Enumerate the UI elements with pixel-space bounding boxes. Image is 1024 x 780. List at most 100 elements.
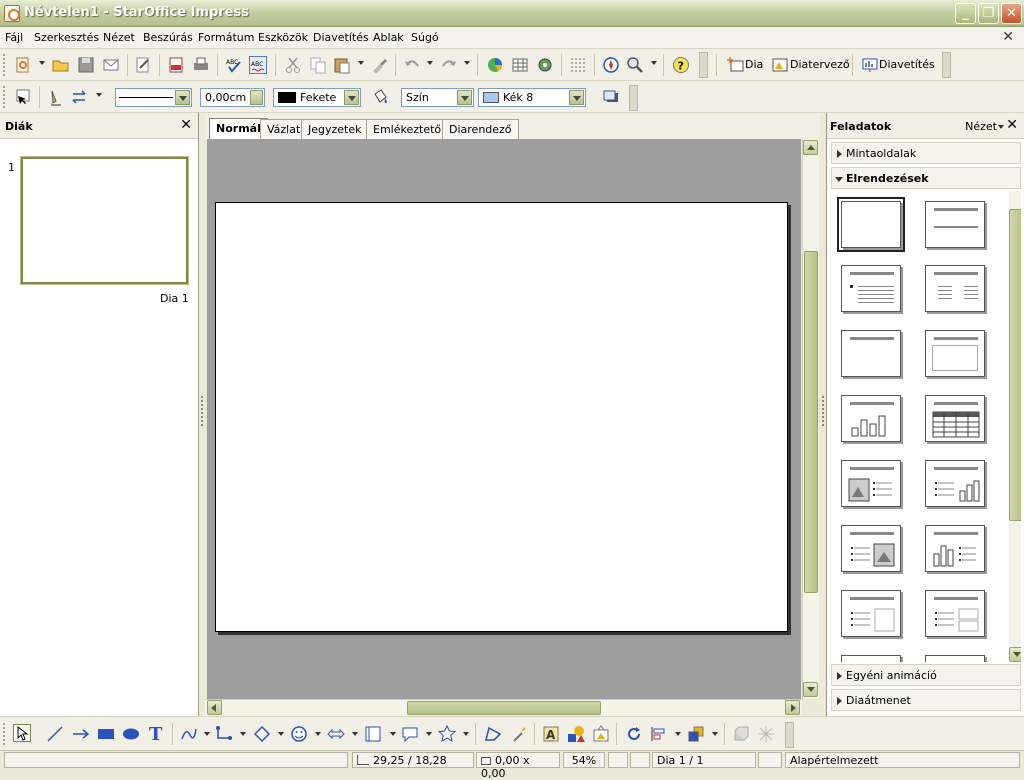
gallery-icon[interactable] — [592, 725, 610, 743]
symbol-shapes-icon[interactable] — [290, 725, 308, 743]
fontwork-icon[interactable]: A — [542, 725, 560, 743]
menu-insert[interactable]: Beszúrás — [143, 31, 193, 44]
scroll-right-icon[interactable] — [785, 700, 800, 715]
line-tool-icon[interactable] — [46, 725, 64, 743]
new-document-icon[interactable] — [14, 56, 32, 74]
menu-window[interactable]: Ablak — [373, 31, 404, 44]
layout-title-text-clipart[interactable] — [841, 525, 901, 572]
navigator-icon[interactable] — [536, 56, 554, 74]
close-document-icon[interactable]: ✕ — [1002, 29, 1014, 45]
scroll-down-icon[interactable] — [1009, 647, 1021, 662]
status-selection-mode[interactable] — [630, 752, 650, 768]
rectangle-icon[interactable] — [97, 725, 115, 743]
menu-view[interactable]: Nézet — [103, 31, 135, 44]
chevron-down-icon[interactable] — [344, 90, 359, 105]
menu-edit[interactable]: Szerkesztés — [34, 31, 99, 44]
flowchart-dropdown-icon[interactable] — [390, 732, 396, 736]
zoom-icon[interactable] — [626, 56, 644, 74]
menu-file[interactable]: Fájl — [5, 31, 23, 44]
grid-icon[interactable] — [569, 56, 587, 74]
layout-title-text-chart[interactable] — [925, 460, 985, 507]
slide-design-button[interactable]: Diatervező — [790, 58, 850, 71]
email-icon[interactable] — [102, 56, 120, 74]
undo-icon[interactable] — [403, 56, 421, 74]
alignment-icon[interactable] — [650, 725, 668, 743]
help-icon[interactable]: ? — [672, 56, 690, 74]
tab-slide-sorter[interactable]: Diarendező — [442, 119, 519, 139]
points-icon[interactable] — [484, 725, 502, 743]
autospellcheck-icon[interactable]: ABC — [249, 56, 267, 74]
scroll-left-icon[interactable] — [207, 700, 222, 715]
compass-icon[interactable] — [602, 56, 620, 74]
area-style-select[interactable]: Szín — [401, 88, 474, 107]
connector-dropdown-icon[interactable] — [240, 732, 246, 736]
basic-shapes-dropdown-icon[interactable] — [278, 732, 284, 736]
extrusion-icon[interactable] — [732, 725, 750, 743]
line-style-select[interactable] — [115, 88, 192, 107]
chevron-down-icon[interactable] — [175, 90, 190, 105]
menu-format[interactable]: Formátum — [198, 31, 254, 44]
chart-icon[interactable] — [486, 56, 504, 74]
chevron-down-icon[interactable] — [457, 90, 472, 105]
section-slide-transition[interactable]: Diaátmenet — [831, 689, 1021, 711]
connector-icon[interactable] — [215, 725, 233, 743]
alignment-dropdown-icon[interactable] — [675, 732, 681, 736]
chevron-down-icon[interactable] — [998, 125, 1004, 129]
format-paintbrush-icon[interactable] — [370, 56, 388, 74]
layout-title-table[interactable] — [925, 395, 985, 442]
menu-tools[interactable]: Eszközök — [258, 31, 308, 44]
redo-dropdown-icon[interactable] — [464, 61, 470, 65]
callouts-dropdown-icon[interactable] — [426, 732, 432, 736]
curve-dropdown-icon[interactable] — [204, 732, 210, 736]
rotate-icon[interactable] — [625, 725, 643, 743]
slide-page[interactable] — [215, 202, 788, 632]
section-master-pages[interactable]: Mintaoldalak — [831, 142, 1021, 164]
horizontal-scrollbar[interactable] — [205, 699, 802, 716]
edit-file-icon[interactable] — [134, 56, 152, 74]
flowchart-icon[interactable] — [364, 725, 382, 743]
callouts-icon[interactable] — [401, 725, 419, 743]
slideshow-icon[interactable] — [861, 56, 879, 74]
zoom-dropdown-icon[interactable] — [651, 61, 657, 65]
export-pdf-icon[interactable] — [167, 56, 185, 74]
open-folder-icon[interactable] — [52, 56, 70, 74]
toolbar-overflow-2[interactable] — [942, 52, 951, 78]
area-fill-icon[interactable] — [371, 88, 389, 106]
save-icon[interactable] — [77, 56, 95, 74]
shadow-icon[interactable] — [602, 88, 620, 106]
layout-partial-1[interactable] — [841, 655, 901, 662]
new-slide-button[interactable]: Dia — [745, 58, 763, 71]
curve-icon[interactable] — [180, 725, 198, 743]
scroll-up-icon[interactable] — [803, 140, 818, 155]
paste-dropdown-icon[interactable] — [358, 61, 364, 65]
toolbar-overflow[interactable] — [699, 52, 708, 78]
arrow-style-icon[interactable] — [71, 88, 89, 106]
effects-icon[interactable] — [757, 725, 775, 743]
copy-icon[interactable] — [309, 56, 327, 74]
table-icon[interactable] — [511, 56, 529, 74]
stars-icon[interactable] — [437, 724, 457, 743]
symbol-shapes-dropdown-icon[interactable] — [315, 732, 321, 736]
close-panel-icon[interactable]: ✕ — [180, 117, 192, 133]
layout-title-content[interactable] — [841, 265, 901, 312]
menu-slideshow[interactable]: Diavetítés — [313, 31, 369, 44]
section-layouts[interactable]: Elrendezések — [831, 167, 1021, 189]
layout-blank[interactable] — [837, 197, 905, 252]
new-slide-icon[interactable] — [727, 56, 745, 74]
from-file-icon[interactable] — [567, 725, 585, 743]
layout-title-centered[interactable] — [925, 330, 985, 377]
print-icon[interactable] — [192, 56, 210, 74]
glue-points-icon[interactable] — [510, 725, 528, 743]
line-arrow-icon[interactable] — [72, 725, 90, 743]
layouts-scrollbar[interactable] — [1009, 191, 1021, 662]
layout-title-clipart-text[interactable] — [841, 460, 901, 507]
layout-title-text-2-objects[interactable] — [925, 590, 985, 637]
close-window-button[interactable]: ✕ — [1001, 3, 1022, 24]
text-icon[interactable]: T — [147, 724, 165, 745]
layout-title-text[interactable] — [841, 330, 901, 377]
slideshow-button[interactable]: Diavetítés — [879, 58, 935, 71]
toolbar-grip[interactable] — [3, 54, 6, 76]
tasks-view-menu[interactable]: Nézet — [965, 120, 997, 133]
select-icon[interactable] — [14, 88, 32, 106]
area-color-select[interactable]: Kék 8 — [478, 88, 586, 107]
